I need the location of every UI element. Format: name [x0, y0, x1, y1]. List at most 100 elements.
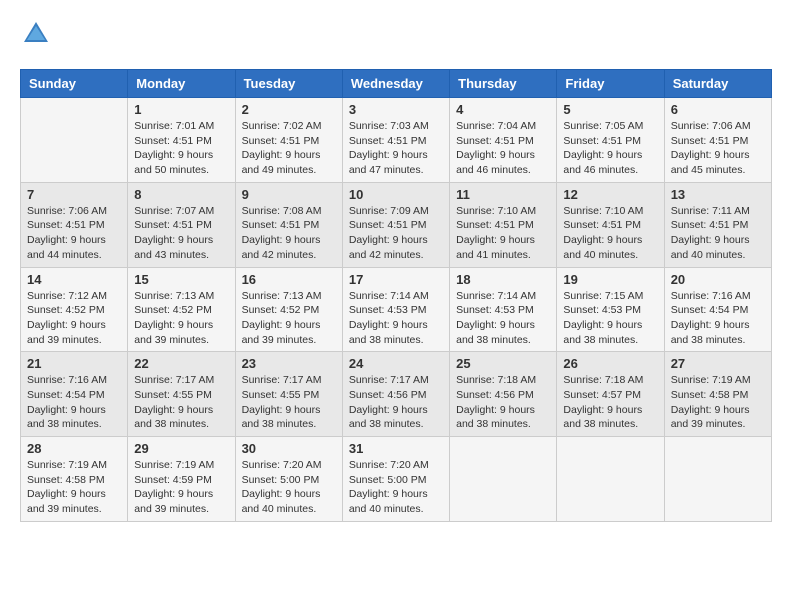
day-number: 10: [349, 187, 443, 202]
day-info: Sunrise: 7:03 AM Sunset: 4:51 PM Dayligh…: [349, 119, 443, 178]
calendar-cell: 7 Sunrise: 7:06 AM Sunset: 4:51 PM Daylig…: [21, 182, 128, 267]
day-info: Sunrise: 7:17 AM Sunset: 4:56 PM Dayligh…: [349, 373, 443, 432]
calendar-cell: [450, 437, 557, 522]
day-number: 9: [242, 187, 336, 202]
calendar-cell: 21Sunrise: 7:16 AM Sunset: 4:54 PM Dayli…: [21, 352, 128, 437]
day-number: 13: [671, 187, 765, 202]
day-info: Sunrise: 7:13 AM Sunset: 4:52 PM Dayligh…: [134, 289, 228, 348]
calendar-cell: 1 Sunrise: 7:01 AM Sunset: 4:51 PM Daylig…: [128, 98, 235, 183]
calendar-cell: 22Sunrise: 7:17 AM Sunset: 4:55 PM Dayli…: [128, 352, 235, 437]
day-info: Sunrise: 7:19 AM Sunset: 4:59 PM Dayligh…: [134, 458, 228, 517]
calendar-cell: 18 Sunrise: 7:14 AM Sunset: 4:53 PM Dayli…: [450, 267, 557, 352]
day-number: 6: [671, 102, 765, 117]
calendar-table: SundayMondayTuesdayWednesdayThursdayFrid…: [20, 69, 772, 522]
day-number: 24: [349, 356, 443, 371]
day-number: 27: [671, 356, 765, 371]
calendar-cell: 3Sunrise: 7:03 AM Sunset: 4:51 PM Daylig…: [342, 98, 449, 183]
day-info: Sunrise: 7:19 AM Sunset: 4:58 PM Dayligh…: [27, 458, 121, 517]
weekday-header-tuesday: Tuesday: [235, 70, 342, 98]
week-row-5: 28 Sunrise: 7:19 AM Sunset: 4:58 PM Dayli…: [21, 437, 772, 522]
calendar-cell: 30Sunrise: 7:20 AM Sunset: 5:00 PM Dayli…: [235, 437, 342, 522]
calendar-cell: 31Sunrise: 7:20 AM Sunset: 5:00 PM Dayli…: [342, 437, 449, 522]
weekday-header-sunday: Sunday: [21, 70, 128, 98]
calendar-cell: 29Sunrise: 7:19 AM Sunset: 4:59 PM Dayli…: [128, 437, 235, 522]
day-number: 15: [134, 272, 228, 287]
calendar-cell: 26 Sunrise: 7:18 AM Sunset: 4:57 PM Dayli…: [557, 352, 664, 437]
week-row-1: 1 Sunrise: 7:01 AM Sunset: 4:51 PM Daylig…: [21, 98, 772, 183]
day-number: 19: [563, 272, 657, 287]
day-info: Sunrise: 7:17 AM Sunset: 4:55 PM Dayligh…: [242, 373, 336, 432]
day-number: 11: [456, 187, 550, 202]
day-number: 14: [27, 272, 121, 287]
day-info: Sunrise: 7:18 AM Sunset: 4:57 PM Dayligh…: [563, 373, 657, 432]
logo-icon: [22, 20, 50, 48]
calendar-cell: 20Sunrise: 7:16 AM Sunset: 4:54 PM Dayli…: [664, 267, 771, 352]
weekday-header-saturday: Saturday: [664, 70, 771, 98]
day-number: 31: [349, 441, 443, 456]
day-info: Sunrise: 7:01 AM Sunset: 4:51 PM Dayligh…: [134, 119, 228, 178]
day-info: Sunrise: 7:11 AM Sunset: 4:51 PM Dayligh…: [671, 204, 765, 263]
calendar-cell: 27 Sunrise: 7:19 AM Sunset: 4:58 PM Dayli…: [664, 352, 771, 437]
day-number: 2: [242, 102, 336, 117]
day-number: 7: [27, 187, 121, 202]
day-number: 8: [134, 187, 228, 202]
calendar-cell: [557, 437, 664, 522]
header: [20, 20, 772, 53]
day-info: Sunrise: 7:12 AM Sunset: 4:52 PM Dayligh…: [27, 289, 121, 348]
logo: [20, 20, 50, 53]
day-number: 5: [563, 102, 657, 117]
week-row-3: 14 Sunrise: 7:12 AM Sunset: 4:52 PM Dayli…: [21, 267, 772, 352]
day-info: Sunrise: 7:10 AM Sunset: 4:51 PM Dayligh…: [563, 204, 657, 263]
calendar-cell: 9 Sunrise: 7:08 AM Sunset: 4:51 PM Daylig…: [235, 182, 342, 267]
calendar-cell: 24 Sunrise: 7:17 AM Sunset: 4:56 PM Dayli…: [342, 352, 449, 437]
calendar-cell: 16Sunrise: 7:13 AM Sunset: 4:52 PM Dayli…: [235, 267, 342, 352]
calendar-cell: 8 Sunrise: 7:07 AM Sunset: 4:51 PM Daylig…: [128, 182, 235, 267]
day-info: Sunrise: 7:06 AM Sunset: 4:51 PM Dayligh…: [27, 204, 121, 263]
day-number: 17: [349, 272, 443, 287]
calendar-cell: 5Sunrise: 7:05 AM Sunset: 4:51 PM Daylig…: [557, 98, 664, 183]
calendar-cell: 14 Sunrise: 7:12 AM Sunset: 4:52 PM Dayli…: [21, 267, 128, 352]
day-number: 23: [242, 356, 336, 371]
calendar-cell: 28 Sunrise: 7:19 AM Sunset: 4:58 PM Dayli…: [21, 437, 128, 522]
day-info: Sunrise: 7:06 AM Sunset: 4:51 PM Dayligh…: [671, 119, 765, 178]
day-number: 30: [242, 441, 336, 456]
calendar-cell: [664, 437, 771, 522]
day-info: Sunrise: 7:07 AM Sunset: 4:51 PM Dayligh…: [134, 204, 228, 263]
weekday-header-thursday: Thursday: [450, 70, 557, 98]
day-number: 1: [134, 102, 228, 117]
calendar-cell: 2 Sunrise: 7:02 AM Sunset: 4:51 PM Daylig…: [235, 98, 342, 183]
calendar-cell: 10 Sunrise: 7:09 AM Sunset: 4:51 PM Dayli…: [342, 182, 449, 267]
calendar-cell: 15 Sunrise: 7:13 AM Sunset: 4:52 PM Dayli…: [128, 267, 235, 352]
day-info: Sunrise: 7:15 AM Sunset: 4:53 PM Dayligh…: [563, 289, 657, 348]
day-info: Sunrise: 7:19 AM Sunset: 4:58 PM Dayligh…: [671, 373, 765, 432]
day-number: 25: [456, 356, 550, 371]
day-number: 4: [456, 102, 550, 117]
day-info: Sunrise: 7:02 AM Sunset: 4:51 PM Dayligh…: [242, 119, 336, 178]
day-number: 12: [563, 187, 657, 202]
calendar-cell: 19 Sunrise: 7:15 AM Sunset: 4:53 PM Dayli…: [557, 267, 664, 352]
calendar-cell: 12 Sunrise: 7:10 AM Sunset: 4:51 PM Dayli…: [557, 182, 664, 267]
calendar-cell: 6 Sunrise: 7:06 AM Sunset: 4:51 PM Daylig…: [664, 98, 771, 183]
calendar-cell: 4 Sunrise: 7:04 AM Sunset: 4:51 PM Daylig…: [450, 98, 557, 183]
weekday-header-friday: Friday: [557, 70, 664, 98]
day-info: Sunrise: 7:04 AM Sunset: 4:51 PM Dayligh…: [456, 119, 550, 178]
weekday-header-monday: Monday: [128, 70, 235, 98]
day-info: Sunrise: 7:14 AM Sunset: 4:53 PM Dayligh…: [456, 289, 550, 348]
day-number: 20: [671, 272, 765, 287]
day-info: Sunrise: 7:17 AM Sunset: 4:55 PM Dayligh…: [134, 373, 228, 432]
day-info: Sunrise: 7:10 AM Sunset: 4:51 PM Dayligh…: [456, 204, 550, 263]
day-number: 26: [563, 356, 657, 371]
day-info: Sunrise: 7:14 AM Sunset: 4:53 PM Dayligh…: [349, 289, 443, 348]
day-info: Sunrise: 7:08 AM Sunset: 4:51 PM Dayligh…: [242, 204, 336, 263]
calendar-cell: 13 Sunrise: 7:11 AM Sunset: 4:51 PM Dayli…: [664, 182, 771, 267]
day-number: 28: [27, 441, 121, 456]
weekday-header-wednesday: Wednesday: [342, 70, 449, 98]
week-row-4: 21Sunrise: 7:16 AM Sunset: 4:54 PM Dayli…: [21, 352, 772, 437]
day-info: Sunrise: 7:13 AM Sunset: 4:52 PM Dayligh…: [242, 289, 336, 348]
calendar-cell: 17 Sunrise: 7:14 AM Sunset: 4:53 PM Dayli…: [342, 267, 449, 352]
day-info: Sunrise: 7:18 AM Sunset: 4:56 PM Dayligh…: [456, 373, 550, 432]
day-number: 18: [456, 272, 550, 287]
calendar-cell: 11 Sunrise: 7:10 AM Sunset: 4:51 PM Dayli…: [450, 182, 557, 267]
calendar-cell: [21, 98, 128, 183]
day-info: Sunrise: 7:09 AM Sunset: 4:51 PM Dayligh…: [349, 204, 443, 263]
